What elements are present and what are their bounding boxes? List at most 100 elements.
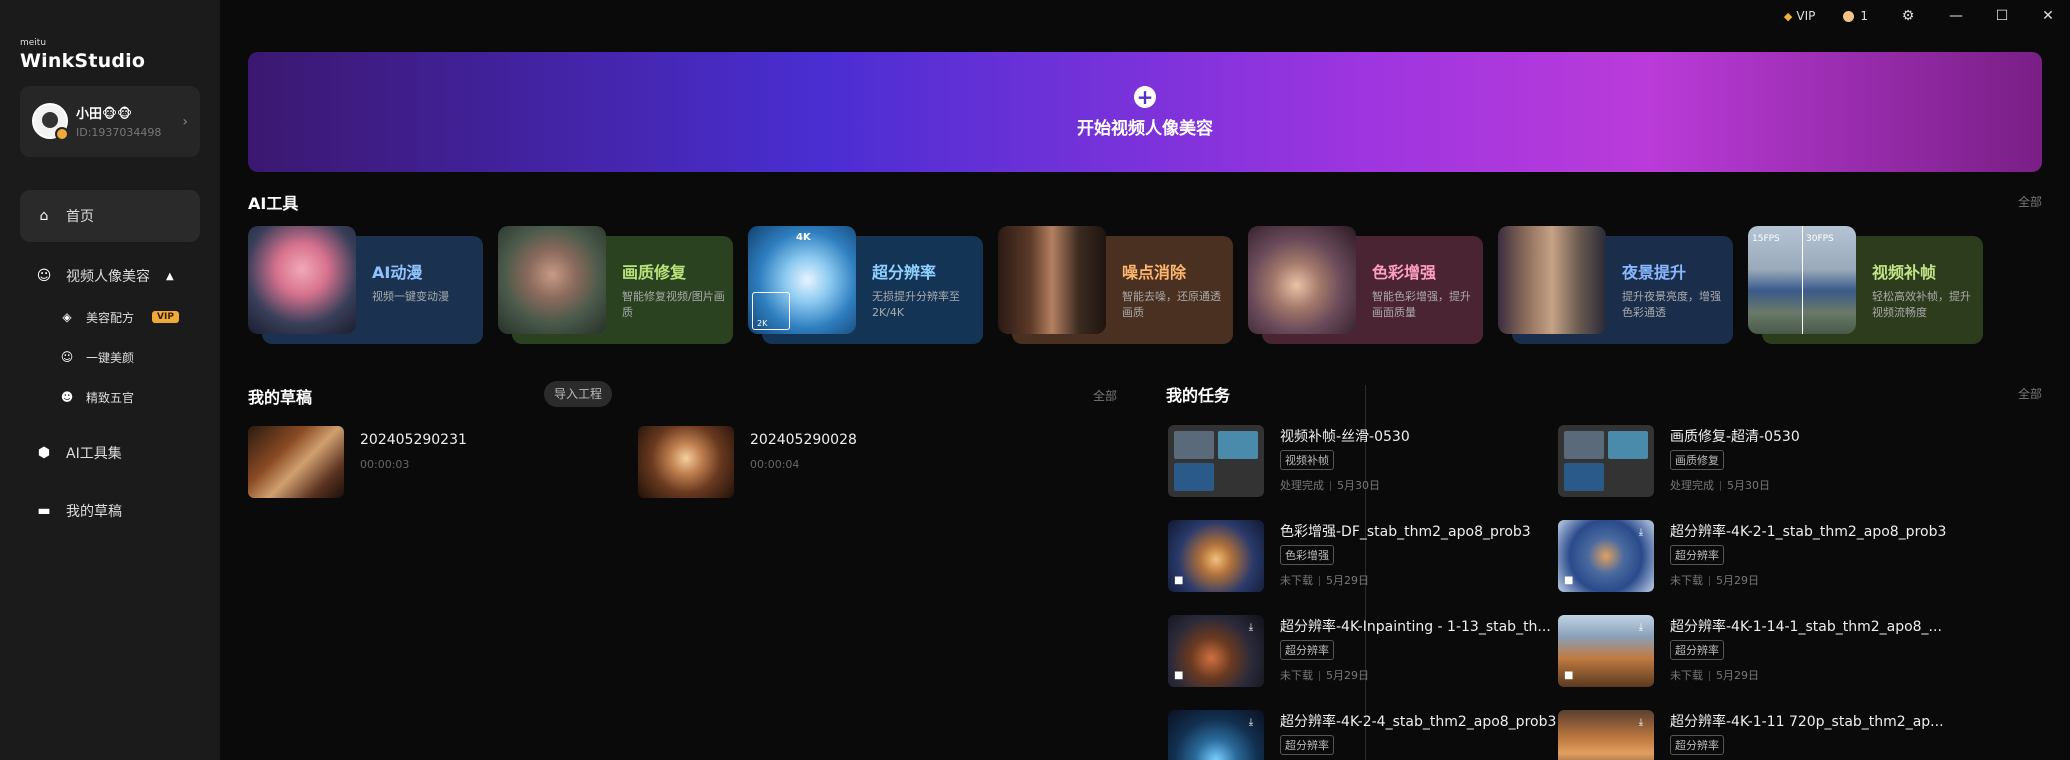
sidebar-item-home[interactable]: ⌂ 首页 (20, 190, 200, 242)
task-title: 色彩增强-DF_stab_thm2_apo8_prob3 (1280, 524, 1531, 540)
task-thumbnail: ⤓ (1558, 710, 1654, 760)
diamond-icon: ◆ (1783, 9, 1793, 23)
video-icon: ■ (1564, 575, 1574, 586)
main-content: ◆ VIP 1 ⚙ — ☐ ✕ + 开始视频人像美容 AI工具 全部 AI动漫 … (220, 0, 2070, 760)
tool-desc: 智能去噪，还原通透画质 (1122, 290, 1221, 319)
draft-item[interactable]: 202405290231 00:00:03 (248, 426, 608, 498)
tool-desc: 智能修复视频/图片画质 (622, 290, 725, 319)
task-item[interactable]: ■ 色彩增强-DF_stab_thm2_apo8_prob3 色彩增强 未下载 5… (1168, 520, 1558, 594)
tool-thumbnail (498, 226, 606, 334)
tool-card-ai-anime[interactable]: AI动漫 视频一键变动漫 (248, 226, 483, 344)
task-date: 5月30日 (1727, 479, 1770, 492)
tool-desc: 无损提升分辨率至2K/4K (872, 290, 960, 319)
sidebar-subitem-label: 精致五官 (86, 390, 135, 405)
tool-name: 视频补帧 (1872, 263, 1937, 282)
task-item[interactable]: ⤓ 超分辨率-4K-2-4_stab_thm2_apo8_prob3 超分辨率 (1168, 710, 1558, 760)
tool-name: 色彩增强 (1372, 263, 1437, 282)
task-status-row: 未下载 5月29日 (1670, 667, 1759, 683)
minimize-button[interactable]: — (1948, 8, 1964, 24)
task-date: 5月29日 (1326, 574, 1369, 587)
tool-card-night-enhance[interactable]: 夜景提升 提升夜景亮度，增强色彩通透 (1498, 226, 1733, 344)
task-tag: 超分辨率 (1670, 640, 1724, 660)
sidebar-subitem-features[interactable]: ☻ 精致五官 (60, 382, 134, 412)
caret-up-icon: ▲ (166, 270, 174, 282)
thumbnail-grid (1564, 431, 1648, 491)
tool-card-super-resolution[interactable]: 4K 2K 超分辨率 无损提升分辨率至2K/4K (748, 226, 983, 344)
download-icon[interactable]: ⤓ (1244, 716, 1258, 730)
home-icon: ⌂ (39, 208, 49, 224)
task-status-row: 未下载 5月29日 (1280, 572, 1369, 588)
task-title: 视频补帧-丝滑-0530 (1280, 429, 1410, 445)
sidebar-subitem-beauty[interactable]: ☺ 一键美颜 (60, 342, 134, 372)
sidebar-item-drafts[interactable]: ▬ 我的草稿 (20, 485, 200, 537)
vip-button[interactable]: ◆ VIP (1784, 9, 1815, 23)
start-portrait-banner[interactable]: + 开始视频人像美容 (248, 52, 2042, 172)
task-item[interactable]: 画质修复-超清-0530 画质修复 处理完成 5月30日 (1558, 425, 1948, 499)
task-item[interactable]: ⤓ ■ 超分辨率-4K-1-14-1_stab_thm2_apo8_... 超分… (1558, 615, 1948, 689)
tool-desc: 智能色彩增强，提升画面质量 (1372, 290, 1471, 319)
close-button[interactable]: ✕ (2040, 8, 2056, 24)
sidebar-item-label: 首页 (66, 209, 94, 225)
settings-button[interactable]: ⚙ (1900, 8, 1916, 24)
user-name: 小田🐵🐵 (76, 107, 133, 122)
draft-duration: 00:00:04 (750, 458, 800, 471)
tool-card-color-enhance[interactable]: 色彩增强 智能色彩增强，提升画面质量 (1248, 226, 1483, 344)
gear-icon: ⚙ (1901, 8, 1915, 24)
tool-thumbnail (998, 226, 1106, 334)
plus-icon: + (1134, 85, 1156, 108)
coin-count: 1 (1860, 9, 1868, 23)
task-status-row: 未下载 5月29日 (1670, 572, 1759, 588)
sidebar-item-ai-tools[interactable]: ⬢ AI工具集 (20, 427, 200, 479)
task-tag: 超分辨率 (1670, 735, 1724, 755)
download-icon[interactable]: ⤓ (1244, 621, 1258, 635)
download-icon[interactable]: ⤓ (1634, 526, 1648, 540)
drafts-all-link[interactable]: 全部 (1093, 387, 1117, 404)
task-item[interactable]: 视频补帧-丝滑-0530 视频补帧 处理完成 5月30日 (1168, 425, 1558, 499)
task-item[interactable]: ⤓ ■ 超分辨率-4K-Inpainting - 1-13_stab_th...… (1168, 615, 1558, 689)
task-status-row: 处理完成 5月30日 (1670, 477, 1770, 493)
cube-icon: ⬢ (37, 445, 51, 461)
tasks-all-link[interactable]: 全部 (2018, 385, 2042, 402)
sidebar-item-label: 我的草稿 (66, 504, 122, 520)
task-thumbnail (1558, 425, 1654, 497)
sidebar-item-portrait[interactable]: ☺ 视频人像美容 ▲ (20, 250, 200, 302)
download-icon[interactable]: ⤓ (1634, 716, 1648, 730)
task-title: 超分辨率-4K-Inpainting - 1-13_stab_th... (1280, 619, 1551, 635)
ai-tools-all-link[interactable]: 全部 (2018, 193, 2042, 210)
draft-name: 202405290028 (750, 432, 857, 448)
tool-desc: 视频一键变动漫 (372, 290, 449, 303)
title-bar: ◆ VIP 1 ⚙ — ☐ ✕ (1756, 0, 2070, 32)
app-logo: WinkStudio (20, 50, 146, 72)
tool-card-quality-repair[interactable]: 画质修复 智能修复视频/图片画质 (498, 226, 733, 344)
tool-name: AI动漫 (372, 263, 423, 282)
task-status-row: 未下载 5月29日 (1280, 667, 1369, 683)
tool-name: 噪点消除 (1122, 263, 1187, 282)
coins-button[interactable]: 1 (1843, 9, 1868, 23)
task-item[interactable]: ⤓ 超分辨率-4K-1-11 720p_stab_thm2_ap... 超分辨率 (1558, 710, 1948, 760)
task-title: 超分辨率-4K-2-1_stab_thm2_apo8_prob3 (1670, 524, 1947, 540)
sidebar-subitem-recipe[interactable]: ◈ 美容配方 VIP (60, 302, 179, 332)
vip-badge-icon (55, 127, 69, 141)
video-icon: ■ (1174, 670, 1184, 681)
maximize-button[interactable]: ☐ (1994, 8, 2010, 24)
minimize-icon: — (1949, 8, 1963, 24)
chevron-right-icon: › (182, 114, 188, 130)
task-title: 超分辨率-4K-1-11 720p_stab_thm2_ap... (1670, 714, 1944, 730)
task-thumbnail: ⤓ ■ (1168, 615, 1264, 687)
download-icon[interactable]: ⤓ (1634, 621, 1648, 635)
folder-icon: ▬ (37, 503, 51, 519)
user-card[interactable]: 小田🐵🐵 ID:1937034498 › (20, 86, 200, 157)
tool-card-denoise[interactable]: 噪点消除 智能去噪，还原通透画质 (998, 226, 1233, 344)
tool-thumbnail: 4K 2K (748, 226, 856, 334)
tool-card-frame-interp[interactable]: 15FPS 30FPS 视频补帧 轻松高效补帧，提升视频流畅度 (1748, 226, 1983, 344)
tool-desc: 提升夜景亮度，增强色彩通透 (1622, 290, 1721, 319)
face-icon: ☺ (36, 268, 52, 284)
tool-desc: 轻松高效补帧，提升视频流畅度 (1872, 290, 1971, 319)
task-thumbnail: ⤓ ■ (1558, 615, 1654, 687)
import-project-button[interactable]: 导入工程 (544, 381, 613, 407)
task-status: 处理完成 (1280, 479, 1324, 492)
draft-thumbnail (638, 426, 734, 498)
split-divider (1802, 226, 1803, 334)
task-item[interactable]: ⤓ ■ 超分辨率-4K-2-1_stab_thm2_apo8_prob3 超分辨… (1558, 520, 1948, 594)
draft-item[interactable]: 202405290028 00:00:04 (638, 426, 998, 498)
